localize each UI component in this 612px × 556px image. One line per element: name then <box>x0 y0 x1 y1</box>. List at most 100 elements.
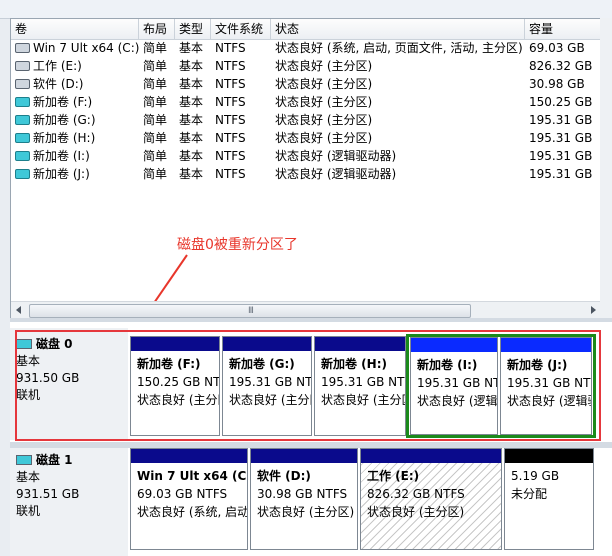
cell-fs: NTFS <box>215 95 246 109</box>
table-row[interactable]: 新加卷 (F:) 简单 基本 NTFS 状态良好 (主分区) 150.25 GB <box>11 93 601 111</box>
partition-name: 工作 (E:) <box>367 469 420 483</box>
cell-vol: 新加卷 (G:) <box>15 111 139 129</box>
vertical-scrollbar[interactable] <box>600 18 612 318</box>
column-header-status[interactable]: 状态 <box>271 19 525 39</box>
partition-name: 新加卷 (G:) <box>229 357 295 371</box>
cell-status: 状态良好 (逻辑驱动器) <box>275 149 397 163</box>
disk-0-name: 磁盘 0 <box>36 337 73 351</box>
cell-status: 状态良好 (主分区) <box>275 95 373 109</box>
cell-layout: 简单 <box>143 131 168 145</box>
partition-size: 150.25 GB NTFS <box>137 375 220 389</box>
cell-type: 基本 <box>179 131 204 145</box>
annotation-text: 磁盘0被重新分区了 <box>177 237 298 253</box>
volume-drive-icon <box>15 42 30 53</box>
cell-vol: 软件 (D:) <box>15 75 139 93</box>
table-row[interactable]: 新加卷 (G:) 简单 基本 NTFS 状态良好 (主分区) 195.31 GB <box>11 111 601 129</box>
cell-type: 基本 <box>179 95 204 109</box>
volume-drive-icon <box>15 132 30 143</box>
cell-vol: 新加卷 (F:) <box>15 93 139 111</box>
table-row[interactable]: 新加卷 (J:) 简单 基本 NTFS 状态良好 (逻辑驱动器) 195.31 GB <box>11 165 601 183</box>
partition-status: 状态良好 (逻辑驱动器) <box>417 394 498 408</box>
disk-1-state: 联机 <box>16 504 41 518</box>
partition-bar <box>251 449 357 463</box>
cell-layout: 简单 <box>143 113 168 127</box>
table-row[interactable]: 软件 (D:) 简单 基本 NTFS 状态良好 (主分区) 30.98 GB <box>11 75 601 93</box>
partition-size: 195.31 GB NTFS <box>417 376 497 390</box>
column-header-volume[interactable]: 卷 <box>11 19 139 39</box>
cell-fs: NTFS <box>215 149 246 163</box>
column-header-filesystem[interactable]: 文件系统 <box>211 19 271 39</box>
partition-e[interactable]: 工作 (E:) 826.32 GB NTFS 状态良好 (主分区) <box>360 448 502 550</box>
table-row[interactable]: Win 7 Ult x64 (C:) 简单 基本 NTFS 状态良好 (系统, 启动, … <box>11 39 601 57</box>
partition-size: 195.31 GB NTFS <box>321 375 405 389</box>
cell-cap: 30.98 GB <box>529 77 585 91</box>
disk-0-state: 联机 <box>16 388 41 402</box>
partition-f[interactable]: 新加卷 (F:) 150.25 GB NTFS 状态良好 (主分区) <box>130 336 220 436</box>
column-header-capacity[interactable]: 容量 <box>525 19 601 39</box>
volume-name: 工作 (E:) <box>33 59 82 73</box>
horizontal-scrollbar[interactable]: III <box>11 301 601 319</box>
cell-vol: 工作 (E:) <box>15 57 139 75</box>
disk-0-info[interactable]: 磁盘 0 基本 931.50 GB 联机 <box>16 336 126 404</box>
partition-status: 状态良好 (主分区) <box>229 393 311 407</box>
disk-1-info[interactable]: 磁盘 1 基本 931.51 GB 联机 <box>16 452 126 520</box>
cell-status: 状态良好 (逻辑驱动器) <box>275 167 397 181</box>
partition-status: 状态良好 (主分区) <box>321 393 405 407</box>
cell-layout: 简单 <box>143 59 168 73</box>
volume-name: 新加卷 (J:) <box>33 167 90 181</box>
scroll-right-arrow-icon[interactable] <box>591 306 596 314</box>
partition-bar <box>361 449 501 463</box>
partition-bar <box>505 449 593 463</box>
volume-drive-icon <box>15 150 30 161</box>
partition-bar <box>223 337 311 351</box>
partition-status: 状态良好 (系统, 启动, 页面文件, 活动, 主分区) <box>137 505 248 519</box>
cell-cap: 195.31 GB <box>529 131 593 145</box>
partition-j[interactable]: 新加卷 (J:) 195.31 GB NTFS 状态良好 (逻辑驱动器) <box>500 337 592 435</box>
cell-vol: 新加卷 (H:) <box>15 129 139 147</box>
partition-bar <box>131 337 219 351</box>
volume-list-pane[interactable]: 卷 布局 类型 文件系统 状态 容量 Win 7 Ult x64 (C:) 简单基… <box>10 18 602 320</box>
cell-layout: 简单 <box>143 149 168 163</box>
partition-d[interactable]: 软件 (D:) 30.98 GB NTFS 状态良好 (主分区) <box>250 448 358 550</box>
volume-drive-icon <box>15 60 30 71</box>
partition-size: 5.19 GB <box>511 469 560 483</box>
cell-type: 基本 <box>179 77 204 91</box>
column-header-type[interactable]: 类型 <box>175 19 211 39</box>
cell-cap: 195.31 GB <box>529 167 593 181</box>
cell-type: 基本 <box>179 41 204 55</box>
partition-c[interactable]: Win 7 Ult x64 (C:) 69.03 GB NTFS 状态良好 (系统,… <box>130 448 248 550</box>
cell-status: 状态良好 (主分区) <box>275 131 373 145</box>
volume-drive-icon <box>15 78 30 89</box>
cell-vol: 新加卷 (I:) <box>15 147 139 165</box>
volume-name: 新加卷 (I:) <box>33 149 90 163</box>
volume-drive-icon <box>15 96 30 107</box>
volume-name: 新加卷 (F:) <box>33 95 93 109</box>
partition-unallocated[interactable]: 5.19 GB 未分配 <box>504 448 594 550</box>
cell-vol: 新加卷 (J:) <box>15 165 139 183</box>
partition-i[interactable]: 新加卷 (I:) 195.31 GB NTFS 状态良好 (逻辑驱动器) <box>410 337 498 435</box>
cell-fs: NTFS <box>215 41 246 55</box>
partition-status: 状态良好 (主分区) <box>137 393 219 407</box>
partition-name: 新加卷 (I:) <box>417 358 478 372</box>
table-row[interactable]: 工作 (E:) 简单 基本 NTFS 状态良好 (主分区) 826.32 GB <box>11 57 601 75</box>
cell-fs: NTFS <box>215 77 246 91</box>
cell-layout: 简单 <box>143 167 168 181</box>
table-row[interactable]: 新加卷 (I:) 简单 基本 NTFS 状态良好 (逻辑驱动器) 195.31 GB <box>11 147 601 165</box>
cell-fs: NTFS <box>215 59 246 73</box>
cell-type: 基本 <box>179 113 204 127</box>
cell-layout: 简单 <box>143 77 168 91</box>
disk-0-size: 931.50 GB <box>16 371 80 385</box>
column-header-layout[interactable]: 布局 <box>139 19 175 39</box>
volume-name: Win 7 Ult x64 (C:) <box>33 41 139 55</box>
cell-layout: 简单 <box>143 95 168 109</box>
disk-icon <box>16 338 32 349</box>
scrollbar-thumb[interactable]: III <box>29 304 471 318</box>
partition-g[interactable]: 新加卷 (G:) 195.31 GB NTFS 状态良好 (主分区) <box>222 336 312 436</box>
volume-name: 软件 (D:) <box>33 77 84 91</box>
partition-size: 826.32 GB NTFS <box>367 487 465 501</box>
cell-type: 基本 <box>179 149 204 163</box>
partition-h[interactable]: 新加卷 (H:) 195.31 GB NTFS 状态良好 (主分区) <box>314 336 406 436</box>
partition-name: 新加卷 (H:) <box>321 357 387 371</box>
scroll-left-arrow-icon[interactable] <box>16 306 21 314</box>
table-row[interactable]: 新加卷 (H:) 简单 基本 NTFS 状态良好 (主分区) 195.31 GB <box>11 129 601 147</box>
